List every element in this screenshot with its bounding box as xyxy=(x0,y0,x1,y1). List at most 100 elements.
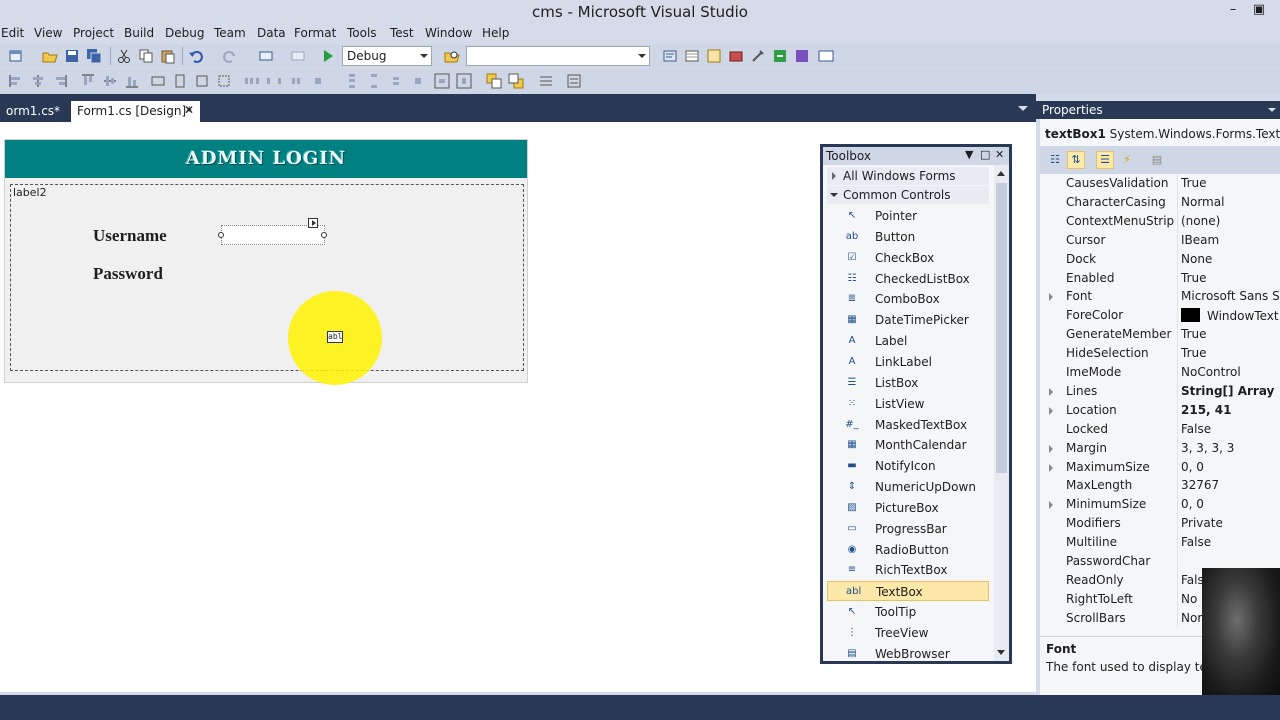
username-label[interactable]: Username xyxy=(93,226,167,246)
find-in-files-icon[interactable] xyxy=(444,48,460,64)
property-value[interactable]: True xyxy=(1181,346,1207,360)
property-row-enabled[interactable]: Enabled True xyxy=(1040,268,1280,288)
categorized-icon[interactable]: ☷ xyxy=(1046,151,1064,169)
resize-handle-right[interactable] xyxy=(321,232,327,238)
toolbox-item-maskedtextbox[interactable]: #_ MaskedTextBox xyxy=(827,415,989,435)
chevron-down-icon[interactable] xyxy=(1268,108,1276,112)
menu-format[interactable]: Format xyxy=(294,26,336,40)
property-row-causesvalidation[interactable]: CausesValidation True xyxy=(1040,174,1280,193)
toolbox-category-all-windows-forms[interactable]: All Windows Forms xyxy=(827,167,989,185)
solution-configuration-select[interactable]: Debug xyxy=(342,46,432,66)
form1-window[interactable]: ADMIN LOGIN label2 Username Password abl xyxy=(4,139,528,385)
toolbox-item-treeview[interactable]: ⋮ TreeView xyxy=(827,623,989,643)
toolbox-item-pointer[interactable]: ↖ Pointer xyxy=(827,206,989,226)
extension-manager-icon[interactable] xyxy=(794,48,810,64)
remove-horizontal-spacing-icon[interactable] xyxy=(310,73,326,89)
remove-vertical-spacing-icon[interactable] xyxy=(410,73,426,89)
property-value[interactable]: False xyxy=(1181,535,1211,549)
center-horizontally-icon[interactable] xyxy=(434,73,450,89)
toolbox-category-common-controls[interactable]: Common Controls xyxy=(827,186,989,204)
property-value[interactable]: IBeam xyxy=(1181,233,1219,247)
property-row-imemode[interactable]: ImeMode NoControl xyxy=(1040,363,1280,382)
cut-icon[interactable] xyxy=(116,48,132,64)
properties-object-selector[interactable]: textBox1 System.Windows.Forms.TextBox xyxy=(1045,127,1280,141)
tab-form1-cs[interactable]: orm1.cs* xyxy=(0,101,66,122)
expand-arrow-icon[interactable] xyxy=(1049,444,1053,453)
property-row-maxlength[interactable]: MaxLength 32767 xyxy=(1040,476,1280,496)
scroll-up-icon[interactable] xyxy=(997,171,1005,176)
property-row-minimumsize[interactable]: MinimumSize 0, 0 xyxy=(1040,495,1280,515)
properties-window-icon[interactable] xyxy=(684,48,700,64)
property-row-maximumsize[interactable]: MaximumSize 0, 0 xyxy=(1040,457,1280,477)
navigate-backward-icon[interactable] xyxy=(258,48,274,64)
open-file-icon[interactable] xyxy=(42,48,58,64)
property-value[interactable]: True xyxy=(1181,327,1207,341)
property-value[interactable]: None xyxy=(1181,252,1212,266)
undo-icon[interactable] xyxy=(188,48,204,64)
property-row-charactercasing[interactable]: CharacterCasing Normal xyxy=(1040,192,1280,212)
copy-icon[interactable] xyxy=(138,48,154,64)
increase-horizontal-spacing-icon[interactable] xyxy=(266,73,282,89)
make-same-width-icon[interactable] xyxy=(150,73,166,89)
property-row-modifiers[interactable]: Modifiers Private xyxy=(1040,514,1280,534)
new-project-icon[interactable] xyxy=(8,48,24,64)
property-value[interactable]: Private xyxy=(1181,516,1223,530)
menu-test[interactable]: Test xyxy=(390,26,414,40)
expand-arrow-icon[interactable] xyxy=(1049,463,1053,472)
password-label[interactable]: Password xyxy=(93,264,163,284)
bring-to-front-icon[interactable] xyxy=(486,73,502,89)
property-value[interactable]: No xyxy=(1181,592,1197,606)
save-icon[interactable] xyxy=(64,48,80,64)
property-value[interactable]: True xyxy=(1181,271,1207,285)
tools-icon[interactable] xyxy=(750,48,766,64)
redo-icon[interactable] xyxy=(222,48,238,64)
property-row-contextmenustrip[interactable]: ContextMenuStrip (none) xyxy=(1040,211,1280,231)
toolbox-item-progressbar[interactable]: ▭ ProgressBar xyxy=(827,519,989,539)
admin-login-banner[interactable]: ADMIN LOGIN xyxy=(5,140,527,178)
menu-debug[interactable]: Debug xyxy=(165,26,204,40)
property-value[interactable]: False xyxy=(1181,422,1211,436)
toolbox-item-radiobutton[interactable]: ◉ RadioButton xyxy=(827,540,989,560)
property-pages-icon[interactable]: ▤ xyxy=(1148,151,1166,169)
toolbox-item-button[interactable]: ab Button xyxy=(827,227,989,247)
property-row-dock[interactable]: Dock None xyxy=(1040,249,1280,269)
menu-view[interactable]: View xyxy=(34,26,62,40)
menu-window[interactable]: Window xyxy=(425,26,472,40)
send-to-back-icon[interactable] xyxy=(508,73,524,89)
align-tops-icon[interactable] xyxy=(80,73,96,89)
smart-tag-icon[interactable] xyxy=(308,218,318,228)
property-value[interactable]: String[] Array xyxy=(1181,384,1274,398)
toolbox-item-linklabel[interactable]: A LinkLabel xyxy=(827,352,989,372)
property-row-font[interactable]: Font Microsoft Sans Seri xyxy=(1040,287,1280,307)
save-all-icon[interactable] xyxy=(86,48,102,64)
make-same-size-icon[interactable] xyxy=(194,73,210,89)
expand-arrow-icon[interactable] xyxy=(1049,293,1053,302)
toolbox-item-checkedlistbox[interactable]: ☷ CheckedListBox xyxy=(827,269,989,289)
close-icon[interactable]: ✕ xyxy=(995,148,1004,161)
property-row-margin[interactable]: Margin 3, 3, 3, 3 xyxy=(1040,438,1280,458)
toolbox-item-numericupdown[interactable]: ⇕ NumericUpDown xyxy=(827,477,989,497)
solution-explorer-icon[interactable] xyxy=(662,48,678,64)
make-same-height-icon[interactable] xyxy=(172,73,188,89)
toolbox-item-richtextbox[interactable]: ≡ RichTextBox xyxy=(827,560,989,580)
menu-tools[interactable]: Tools xyxy=(347,26,377,40)
property-row-locked[interactable]: Locked False xyxy=(1040,419,1280,439)
object-browser-icon[interactable] xyxy=(706,48,722,64)
menu-help[interactable]: Help xyxy=(482,26,509,40)
property-value[interactable]: Normal xyxy=(1181,195,1224,209)
expand-arrow-icon[interactable] xyxy=(1049,387,1053,396)
close-icon[interactable]: ✕ xyxy=(184,103,194,117)
property-row-cursor[interactable]: Cursor IBeam xyxy=(1040,230,1280,250)
restore-button[interactable]: ▣ xyxy=(1248,2,1270,20)
property-value[interactable]: (none) xyxy=(1181,214,1220,228)
property-value[interactable]: Microsoft Sans Seri xyxy=(1181,289,1280,303)
minimize-button[interactable]: – xyxy=(1222,2,1244,20)
scrollbar-thumb[interactable] xyxy=(996,183,1007,473)
size-to-grid-icon[interactable] xyxy=(216,73,232,89)
tab-form1-design[interactable]: Form1.cs [Design]* ✕ xyxy=(71,101,200,122)
horizontal-spacing-icon[interactable] xyxy=(244,73,260,89)
chevron-down-icon[interactable] xyxy=(1018,106,1028,111)
property-value[interactable]: Fals xyxy=(1181,573,1204,587)
property-row-multiline[interactable]: Multiline False xyxy=(1040,533,1280,553)
toolbox-item-listview[interactable]: ⁙ ListView xyxy=(827,394,989,414)
